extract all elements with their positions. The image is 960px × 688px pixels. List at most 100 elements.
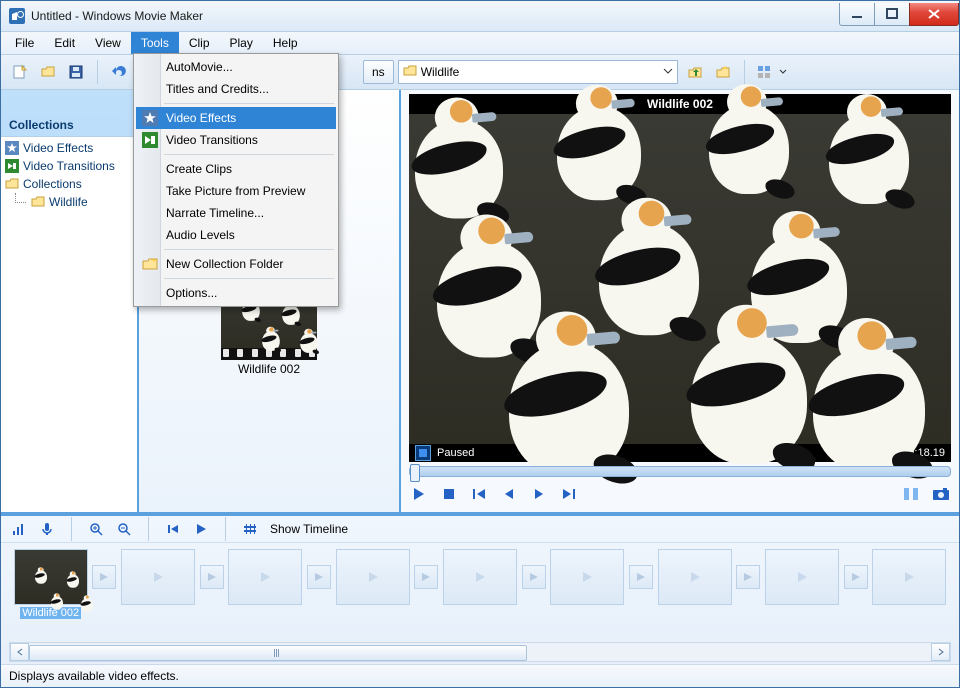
menu-help[interactable]: Help: [263, 32, 308, 54]
storyboard-slot[interactable]: [228, 549, 302, 605]
window-maximize-button[interactable]: [874, 3, 910, 26]
show-timeline-button[interactable]: Show Timeline: [270, 522, 348, 536]
menu-tools[interactable]: Tools: [131, 32, 179, 54]
window-title: Untitled - Windows Movie Maker: [31, 9, 840, 23]
storyboard[interactable]: Wildlife 002: [1, 543, 959, 642]
storyboard-slot[interactable]: [443, 549, 517, 605]
chevron-down-icon[interactable]: [779, 63, 787, 82]
narrate-timeline-button[interactable]: [37, 519, 57, 539]
storyboard-slot[interactable]: [872, 549, 946, 605]
prev-clip-button[interactable]: [469, 484, 489, 504]
tasks-button-partial[interactable]: ns: [363, 60, 394, 84]
storyboard-slot[interactable]: [550, 549, 624, 605]
menu-clip[interactable]: Clip: [179, 32, 220, 54]
statusbar-text: Displays available video effects.: [9, 669, 179, 683]
new-project-button[interactable]: [7, 59, 33, 85]
transition-slot[interactable]: [522, 565, 546, 589]
menuitem-narrate-timeline[interactable]: Narrate Timeline...: [136, 202, 336, 224]
transition-slot[interactable]: [200, 565, 224, 589]
audio-levels-button[interactable]: [9, 519, 29, 539]
menu-file[interactable]: File: [5, 32, 44, 54]
zoom-in-button[interactable]: [86, 519, 106, 539]
location-combo[interactable]: Wildlife: [398, 60, 678, 84]
scroll-thumb[interactable]: [29, 645, 527, 661]
transition-slot[interactable]: [629, 565, 653, 589]
tree-item-video-transitions[interactable]: Video Transitions: [1, 157, 137, 175]
titlebar: Untitled - Windows Movie Maker: [1, 1, 959, 32]
folder-new-icon: [140, 254, 160, 274]
menuitem-video-transitions[interactable]: Video Transitions: [136, 129, 336, 151]
preview-status-text: Paused: [437, 447, 474, 459]
tasks-label-partial: ns: [372, 65, 385, 79]
transition-slot[interactable]: [307, 565, 331, 589]
transition-slot[interactable]: [736, 565, 760, 589]
preview-screen[interactable]: [409, 114, 951, 444]
chevron-down-icon: [663, 65, 673, 79]
storyboard-toolbar: Show Timeline: [1, 516, 959, 543]
split-button[interactable]: [901, 484, 921, 504]
scroll-right-button[interactable]: [931, 643, 950, 661]
tree-item-collections[interactable]: Collections: [1, 175, 137, 193]
take-picture-button[interactable]: [931, 484, 951, 504]
storyboard-area: Show Timeline Wildlife 002: [1, 512, 959, 664]
storyboard-slot[interactable]: [336, 549, 410, 605]
window-minimize-button[interactable]: [839, 3, 875, 26]
tree-label: Video Effects: [23, 141, 93, 155]
menubar: File Edit View Tools Clip Play Help: [1, 32, 959, 55]
transition-slot[interactable]: [414, 565, 438, 589]
menu-edit[interactable]: Edit: [44, 32, 85, 54]
save-button[interactable]: [63, 59, 89, 85]
menuitem-new-collection-folder[interactable]: New Collection Folder: [136, 253, 336, 275]
collections-pane: Collections Video Effects Video Transiti…: [1, 90, 139, 512]
undo-button[interactable]: [104, 59, 130, 85]
app-icon: [9, 8, 25, 24]
scroll-left-button[interactable]: [10, 643, 29, 661]
view-thumbnails-button[interactable]: [751, 59, 777, 85]
clip-label: Wildlife 002: [221, 360, 317, 376]
up-folder-button[interactable]: [682, 59, 708, 85]
menuitem-audio-levels[interactable]: Audio Levels: [136, 224, 336, 246]
tree-item-video-effects[interactable]: Video Effects: [1, 139, 137, 157]
menuitem-automovie[interactable]: AutoMovie...: [136, 56, 336, 78]
statusbar: Displays available video effects.: [1, 664, 959, 687]
new-folder-button[interactable]: [710, 59, 736, 85]
storyboard-slot[interactable]: [121, 549, 195, 605]
tree-label: Collections: [23, 177, 82, 191]
menu-view[interactable]: View: [85, 32, 131, 54]
folder-icon: [5, 177, 19, 191]
menuitem-create-clips[interactable]: Create Clips: [136, 158, 336, 180]
storyboard-clip-1[interactable]: [14, 549, 88, 605]
location-value: Wildlife: [421, 65, 460, 79]
next-frame-button[interactable]: [529, 484, 549, 504]
menuitem-titles-credits[interactable]: Titles and Credits...: [136, 78, 336, 100]
tree-item-wildlife[interactable]: Wildlife: [1, 193, 137, 211]
star-icon: [5, 141, 19, 155]
stop-button[interactable]: [439, 484, 459, 504]
transition-slot[interactable]: [844, 565, 868, 589]
menuitem-options[interactable]: Options...: [136, 282, 336, 304]
play-storyboard-button[interactable]: [191, 519, 211, 539]
menuitem-video-effects[interactable]: Video Effects: [136, 107, 336, 129]
open-button[interactable]: [35, 59, 61, 85]
menu-play[interactable]: Play: [220, 32, 263, 54]
timeline-icon: [240, 519, 260, 539]
collections-header: Collections: [1, 90, 137, 136]
storyboard-slot[interactable]: [658, 549, 732, 605]
tree-label: Wildlife: [49, 195, 88, 209]
next-clip-button[interactable]: [559, 484, 579, 504]
menuitem-take-picture[interactable]: Take Picture from Preview: [136, 180, 336, 202]
tools-menu-dropdown: AutoMovie... Titles and Credits... Video…: [133, 53, 339, 307]
storyboard-scrollbar[interactable]: [9, 642, 951, 662]
folder-icon: [31, 195, 45, 209]
preview-pane: Wildlife 002 Paused 0:00:0: [401, 90, 959, 512]
rewind-button[interactable]: [163, 519, 183, 539]
seek-slider[interactable]: [409, 466, 951, 477]
transition-icon: [5, 159, 19, 173]
tree-label: Video Transitions: [23, 159, 115, 173]
window-close-button[interactable]: [909, 3, 959, 26]
play-button[interactable]: [409, 484, 429, 504]
storyboard-slot[interactable]: [765, 549, 839, 605]
transition-slot[interactable]: [92, 565, 116, 589]
zoom-out-button[interactable]: [114, 519, 134, 539]
prev-frame-button[interactable]: [499, 484, 519, 504]
